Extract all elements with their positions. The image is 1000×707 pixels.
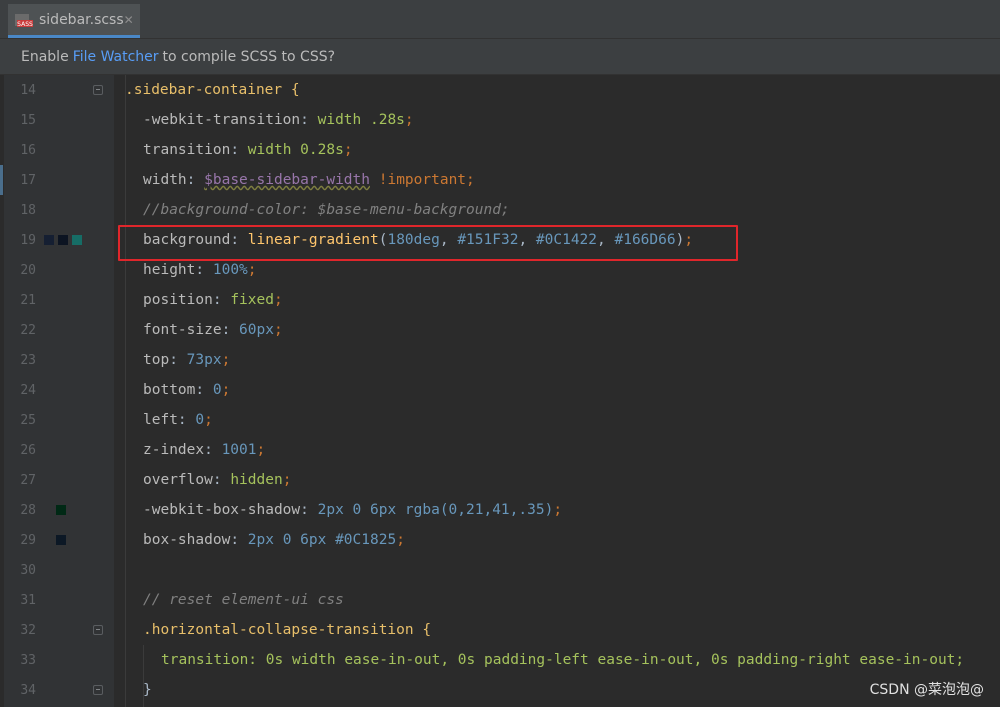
code-comment: //background-color: $base-menu-backgroun…	[143, 202, 510, 218]
line-number: 28	[20, 502, 36, 518]
code-text: left: 0;	[143, 412, 213, 428]
line-number: 20	[20, 262, 36, 278]
code-line[interactable]: 21 position: fixed;	[0, 285, 1000, 315]
notice-prefix: Enable	[21, 48, 69, 65]
editor-tab-sidebar-scss[interactable]: SASS sidebar.scss ✕	[8, 4, 140, 38]
sass-file-icon: SASS	[14, 12, 34, 28]
line-number: 30	[20, 562, 36, 578]
code-line[interactable]: 29 box-shadow: 2px 0 6px #0C1825;	[0, 525, 1000, 555]
code-text: .sidebar-container {	[125, 82, 300, 98]
close-icon[interactable]: ✕	[124, 13, 134, 27]
fold-icon[interactable]	[93, 85, 103, 95]
line-number: 27	[20, 472, 36, 488]
code-line[interactable]: 34 }	[0, 675, 1000, 705]
code-text: transition: width 0.28s;	[143, 142, 353, 158]
code-line[interactable]: 26 z-index: 1001;	[0, 435, 1000, 465]
code-line[interactable]: 14 .sidebar-container {	[0, 75, 1000, 105]
code-text: transition: 0s width ease-in-out, 0s pad…	[161, 652, 965, 668]
color-swatch[interactable]	[72, 235, 82, 245]
line-number: 18	[20, 202, 36, 218]
color-swatch[interactable]	[56, 505, 66, 515]
color-swatch[interactable]	[44, 235, 54, 245]
code-text: -webkit-transition: width .28s;	[143, 112, 414, 128]
line-number: 33	[20, 652, 36, 668]
code-line[interactable]: 23 top: 73px;	[0, 345, 1000, 375]
line-number: 26	[20, 442, 36, 458]
code-line[interactable]: 15 -webkit-transition: width .28s;	[0, 105, 1000, 135]
code-line[interactable]: 27 overflow: hidden;	[0, 465, 1000, 495]
watermark: CSDN @菜泡泡@	[869, 682, 984, 698]
color-swatches[interactable]	[44, 235, 82, 245]
code-text: font-size: 60px;	[143, 322, 283, 338]
code-text: .horizontal-collapse-transition {	[143, 622, 432, 638]
line-number: 15	[20, 112, 36, 128]
code-line[interactable]: 32 .horizontal-collapse-transition {	[0, 615, 1000, 645]
code-line[interactable]: 33 transition: 0s width ease-in-out, 0s …	[0, 645, 1000, 675]
code-line[interactable]: 31 // reset element-ui css	[0, 585, 1000, 615]
line-number: 16	[20, 142, 36, 158]
code-text: overflow: hidden;	[143, 472, 292, 488]
file-watcher-notification: Enable File Watcher to compile SCSS to C…	[0, 39, 1000, 75]
code-line[interactable]: 17 width: $base-sidebar-width !important…	[0, 165, 1000, 195]
code-text: box-shadow: 2px 0 6px #0C1825;	[143, 532, 405, 548]
line-number: 23	[20, 352, 36, 368]
code-text: z-index: 1001;	[143, 442, 266, 458]
line-number: 29	[20, 532, 36, 548]
line-number: 14	[20, 82, 36, 98]
notice-suffix: to compile SCSS to CSS?	[162, 48, 336, 65]
code-text: }	[143, 682, 152, 698]
code-text: position: fixed;	[143, 292, 283, 308]
color-swatches[interactable]	[56, 535, 66, 545]
code-line[interactable]: 24 bottom: 0;	[0, 375, 1000, 405]
line-number: 22	[20, 322, 36, 338]
line-number: 24	[20, 382, 36, 398]
fold-icon[interactable]	[93, 625, 103, 635]
line-number: 21	[20, 292, 36, 308]
file-watcher-link[interactable]: File Watcher	[73, 49, 159, 65]
code-line[interactable]: 25 left: 0;	[0, 405, 1000, 435]
code-line[interactable]: 18 //background-color: $base-menu-backgr…	[0, 195, 1000, 225]
line-number: 34	[20, 682, 36, 698]
fold-icon[interactable]	[93, 685, 103, 695]
highlight-box	[118, 225, 738, 261]
line-number: 31	[20, 592, 36, 608]
code-text: top: 73px;	[143, 352, 231, 368]
line-number: 17	[20, 172, 36, 188]
code-line[interactable]: 16 transition: width 0.28s;	[0, 135, 1000, 165]
color-swatch[interactable]	[56, 535, 66, 545]
code-line[interactable]: 22 font-size: 60px;	[0, 315, 1000, 345]
code-editor[interactable]: 14 .sidebar-container { 15 -webkit-trans…	[0, 75, 1000, 707]
color-swatch[interactable]	[58, 235, 68, 245]
code-text: -webkit-box-shadow: 2px 0 6px rgba(0,21,…	[143, 502, 563, 518]
color-swatches[interactable]	[56, 505, 66, 515]
tab-label: sidebar.scss	[39, 11, 124, 28]
code-text: bottom: 0;	[143, 382, 231, 398]
line-number: 19	[20, 232, 36, 248]
code-text: width: $base-sidebar-width !important;	[143, 172, 475, 188]
line-number: 25	[20, 412, 36, 428]
code-line[interactable]: 30	[0, 555, 1000, 585]
code-text: height: 100%;	[143, 262, 257, 278]
line-number: 32	[20, 622, 36, 638]
svg-text:SASS: SASS	[17, 21, 33, 28]
code-line[interactable]: 28 -webkit-box-shadow: 2px 0 6px rgba(0,…	[0, 495, 1000, 525]
code-comment: // reset element-ui css	[143, 592, 344, 608]
tab-bar: SASS sidebar.scss ✕	[0, 0, 1000, 39]
